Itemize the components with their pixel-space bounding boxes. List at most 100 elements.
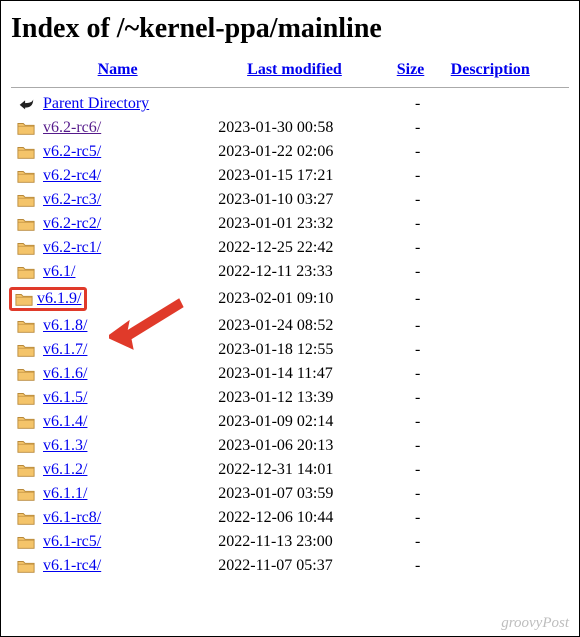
folder-icon	[11, 314, 37, 338]
directory-link[interactable]: v6.2-rc3/	[43, 191, 101, 208]
modified-cell: 2023-01-06 20:13	[198, 434, 391, 458]
page-title: Index of /~kernel-ppa/mainline	[11, 13, 569, 45]
description-cell	[445, 164, 569, 188]
highlight-box: v6.1.9/	[9, 287, 87, 311]
modified-cell: 2023-01-15 17:21	[198, 164, 391, 188]
sort-description-link[interactable]: Description	[451, 61, 530, 78]
modified-cell: 2022-12-31 14:01	[198, 458, 391, 482]
folder-icon	[11, 458, 37, 482]
modified-cell: 2023-02-01 09:10	[198, 284, 391, 314]
description-cell	[445, 530, 569, 554]
directory-link[interactable]: v6.2-rc1/	[43, 239, 101, 256]
modified-cell: 2023-01-22 02:06	[198, 140, 391, 164]
parent-directory-row: Parent Directory-	[11, 92, 569, 116]
description-cell	[445, 260, 569, 284]
directory-link[interactable]: v6.1.4/	[43, 413, 87, 430]
table-row: v6.2-rc6/2023-01-30 00:58-	[11, 116, 569, 140]
size-cell: -	[391, 188, 445, 212]
table-row: v6.1.2/2022-12-31 14:01-	[11, 458, 569, 482]
directory-link[interactable]: v6.1.1/	[43, 485, 87, 502]
size-cell: -	[391, 362, 445, 386]
size-cell: -	[391, 164, 445, 188]
size-cell: -	[391, 314, 445, 338]
directory-link[interactable]: v6.1.3/	[43, 437, 87, 454]
size-cell: -	[391, 284, 445, 314]
modified-cell: 2023-01-12 13:39	[198, 386, 391, 410]
table-row: v6.1.7/2023-01-18 12:55-	[11, 338, 569, 362]
description-cell	[445, 188, 569, 212]
table-row: v6.1.3/2023-01-06 20:13-	[11, 434, 569, 458]
modified-cell: 2022-12-25 22:42	[198, 236, 391, 260]
size-cell: -	[391, 482, 445, 506]
description-cell	[445, 314, 569, 338]
directory-link[interactable]: v6.2-rc6/	[43, 119, 101, 136]
folder-icon	[11, 212, 37, 236]
modified-cell: 2023-01-30 00:58	[198, 116, 391, 140]
table-row: v6.2-rc3/2023-01-10 03:27-	[11, 188, 569, 212]
folder-icon	[11, 506, 37, 530]
folder-icon	[11, 434, 37, 458]
directory-link[interactable]: v6.1.7/	[43, 341, 87, 358]
folder-icon	[11, 362, 37, 386]
modified-cell: 2023-01-18 12:55	[198, 338, 391, 362]
folder-icon	[11, 410, 37, 434]
directory-link[interactable]: v6.1-rc8/	[43, 509, 101, 526]
description-cell	[445, 116, 569, 140]
description-cell	[445, 362, 569, 386]
size-cell: -	[391, 212, 445, 236]
directory-link[interactable]: v6.1.6/	[43, 365, 87, 382]
folder-icon	[11, 386, 37, 410]
back-icon	[11, 92, 37, 116]
sort-modified-link[interactable]: Last modified	[247, 61, 342, 78]
directory-link[interactable]: v6.2-rc4/	[43, 167, 101, 184]
table-row: v6.1.4/2023-01-09 02:14-	[11, 410, 569, 434]
directory-link[interactable]: v6.1.5/	[43, 389, 87, 406]
modified-cell: 2022-11-07 05:37	[198, 554, 391, 578]
directory-table: Name Last modified Size Description Pare…	[11, 59, 569, 578]
description-cell	[445, 506, 569, 530]
description-cell	[445, 482, 569, 506]
description-cell	[445, 386, 569, 410]
modified-cell: 2022-12-11 23:33	[198, 260, 391, 284]
table-row: v6.1.1/2023-01-07 03:59-	[11, 482, 569, 506]
description-cell	[445, 212, 569, 236]
directory-link[interactable]: v6.2-rc5/	[43, 143, 101, 160]
table-row: v6.2-rc2/2023-01-01 23:32-	[11, 212, 569, 236]
size-cell: -	[391, 506, 445, 530]
modified-cell: 2023-01-24 08:52	[198, 314, 391, 338]
directory-link[interactable]: v6.2-rc2/	[43, 215, 101, 232]
description-cell	[445, 140, 569, 164]
size-cell: -	[391, 434, 445, 458]
folder-icon	[11, 338, 37, 362]
folder-icon	[11, 164, 37, 188]
size-cell: -	[391, 260, 445, 284]
description-cell	[445, 458, 569, 482]
sort-size-link[interactable]: Size	[397, 61, 425, 78]
size-cell: -	[391, 410, 445, 434]
sort-name-link[interactable]: Name	[98, 61, 138, 78]
table-row: v6.1.5/2023-01-12 13:39-	[11, 386, 569, 410]
description-cell	[445, 338, 569, 362]
directory-link[interactable]: v6.1.2/	[43, 461, 87, 478]
description-cell	[445, 434, 569, 458]
directory-link[interactable]: v6.1-rc4/	[43, 557, 101, 574]
modified-cell: 2023-01-09 02:14	[198, 410, 391, 434]
directory-link[interactable]: v6.1-rc5/	[43, 533, 101, 550]
size-cell: -	[391, 236, 445, 260]
description-cell	[445, 236, 569, 260]
directory-link[interactable]: v6.1/	[43, 263, 75, 280]
table-row: v6.1-rc8/2022-12-06 10:44-	[11, 506, 569, 530]
directory-link[interactable]: v6.1.8/	[43, 317, 87, 334]
modified-cell: 2023-01-14 11:47	[198, 362, 391, 386]
parent-directory-link[interactable]: Parent Directory	[43, 95, 149, 112]
directory-link[interactable]: v6.1.9/	[37, 290, 81, 307]
folder-icon	[11, 530, 37, 554]
table-row: v6.1.8/2023-01-24 08:52-	[11, 314, 569, 338]
folder-icon	[15, 290, 33, 307]
description-cell	[445, 284, 569, 314]
table-row: v6.1-rc5/2022-11-13 23:00-	[11, 530, 569, 554]
size-cell: -	[391, 458, 445, 482]
table-row: v6.1.6/2023-01-14 11:47-	[11, 362, 569, 386]
modified-cell: 2023-01-07 03:59	[198, 482, 391, 506]
table-row: v6.2-rc1/2022-12-25 22:42-	[11, 236, 569, 260]
